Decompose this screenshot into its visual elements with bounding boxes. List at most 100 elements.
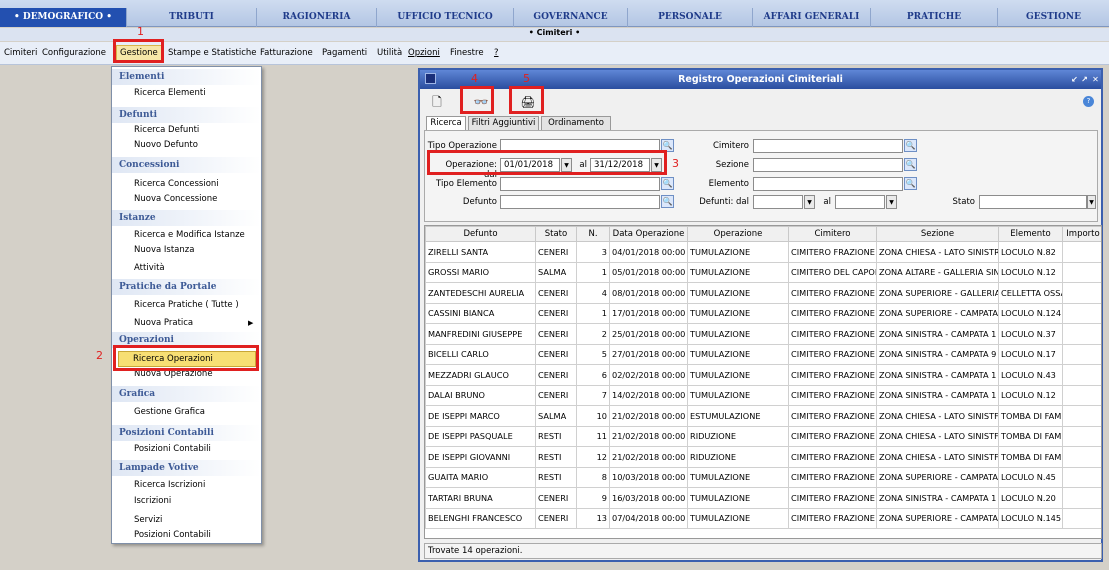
stato-select[interactable] (979, 195, 1087, 209)
menu-pagamenti[interactable]: Pagamenti (322, 47, 367, 60)
menu-cimiteri[interactable]: Cimiteri (4, 47, 37, 60)
table-row[interactable]: CASSINI BIANCA CENERI 1 17/01/2018 00:00 TUM… (425, 302, 1101, 324)
column-header[interactable]: Operazione (687, 226, 789, 242)
table-cell: ZONA SINISTRA - CAMPATA 1 (876, 323, 999, 345)
sezione-field[interactable] (753, 158, 903, 172)
table-row[interactable]: DE ISEPPI MARCO SALMA 10 21/02/2018 00:00 ES… (425, 405, 1101, 427)
menu-opzioni[interactable]: Opzioni (408, 47, 440, 60)
help-icon[interactable]: ? (1083, 96, 1094, 107)
menu-item-ricerca-iscrizioni[interactable]: Ricerca Iscrizioni (134, 480, 205, 490)
column-header[interactable]: Elemento (998, 226, 1063, 242)
menu-configurazione[interactable]: Configurazione (42, 47, 106, 60)
lookup-icon[interactable]: 🔍 (904, 139, 917, 152)
module-ragioneria[interactable]: RAGIONERIA (257, 8, 377, 27)
module-gestione[interactable]: GESTIONE (998, 8, 1109, 27)
table-cell: CIMITERO FRAZIONE (788, 302, 877, 324)
table-row[interactable]: DALAI BRUNO CENERI 7 14/02/2018 00:00 TUMULA… (425, 384, 1101, 406)
table-row[interactable]: DE ISEPPI PASQUALE RESTI 11 21/02/2018 00:0… (425, 425, 1101, 447)
table-cell: ZANTEDESCHI AURELIA (425, 282, 536, 304)
module-tributi[interactable]: TRIBUTI (127, 8, 257, 27)
menu-item-ricerca-elementi[interactable]: Ricerca Elementi (134, 88, 206, 98)
menu-item-ricerca-modifica-istanze[interactable]: Ricerca e Modifica Istanze (134, 230, 245, 240)
menu-item-servizi[interactable]: Servizi (134, 515, 162, 525)
table-row[interactable]: BICELLI CARLO CENERI 5 27/01/2018 00:00 TUMU… (425, 343, 1101, 365)
search-form: Tipo Operazione 🔍 Operazione: dal 01/01/… (424, 130, 1098, 222)
table-cell: CENERI (535, 364, 577, 386)
tipo-elemento-field[interactable] (500, 177, 660, 191)
module-governance[interactable]: GOVERNANCE (514, 8, 628, 27)
table-cell: CENERI (535, 384, 577, 406)
table-cell: CIMITERO FRAZIONE (788, 446, 877, 468)
tab-ricerca[interactable]: Ricerca (426, 116, 466, 131)
table-cell: TUMULAZIONE (687, 466, 789, 488)
new-document-icon[interactable]: 🗋 (426, 93, 448, 111)
tab-ordinamento[interactable]: Ordinamento (541, 116, 611, 130)
table-row[interactable]: ZIRELLI SANTA CENERI 3 04/01/2018 00:00 TUMU… (425, 241, 1101, 263)
menu-item-nuovo-defunto[interactable]: Nuovo Defunto (134, 140, 198, 150)
table-cell: CIMITERO FRAZIONE (788, 425, 877, 447)
menu-item-nuova-concessione[interactable]: Nuova Concessione (134, 194, 217, 204)
table-row[interactable]: DE ISEPPI GIOVANNI RESTI 12 21/02/2018 00:0… (425, 446, 1101, 468)
column-header[interactable]: Sezione (876, 226, 999, 242)
annotation-number: 5 (523, 72, 530, 85)
lookup-icon[interactable]: 🔍 (661, 195, 674, 208)
table-row[interactable]: ZANTEDESCHI AURELIA CENERI 4 08/01/2018 00:… (425, 282, 1101, 304)
chevron-down-icon[interactable]: ▼ (886, 195, 897, 209)
maximize-icon[interactable]: ↗ (1079, 74, 1090, 85)
menu-stampe-statistiche[interactable]: Stampe e Statistiche (168, 47, 257, 60)
tab-filtri-aggiuntivi[interactable]: Filtri Aggiuntivi (468, 116, 539, 130)
column-header[interactable]: Cimitero (788, 226, 877, 242)
cimitero-field[interactable] (753, 139, 903, 153)
chevron-down-icon[interactable]: ▼ (1087, 195, 1096, 209)
table-row[interactable]: MEZZADRI GLAUCO CENERI 6 02/02/2018 00:00 TU… (425, 364, 1101, 386)
module-ufficio-tecnico[interactable]: UFFICIO TECNICO (377, 8, 514, 27)
table-cell (1062, 446, 1101, 468)
table-cell: TUMULAZIONE (687, 261, 789, 283)
table-row[interactable]: GUAITA MARIO RESTI 8 10/03/2018 00:00 TUMULA… (425, 466, 1101, 488)
table-row[interactable]: TARTARI BRUNA CENERI 9 16/03/2018 00:00 TUMU… (425, 487, 1101, 509)
defunti-al-field[interactable] (835, 195, 885, 209)
table-row[interactable]: MANFREDINI GIUSEPPE CENERI 2 25/01/2018 00:… (425, 323, 1101, 345)
column-header[interactable]: N. (576, 226, 610, 242)
menu-help[interactable]: ? (494, 47, 499, 60)
menu-item-gestione-grafica[interactable]: Gestione Grafica (134, 407, 205, 417)
menu-finestre[interactable]: Finestre (450, 47, 484, 60)
defunti-dal-field[interactable] (753, 195, 803, 209)
column-header[interactable]: Importo (1062, 226, 1101, 242)
module-demografico[interactable]: • DEMOGRAFICO • (0, 8, 127, 27)
menu-fatturazione[interactable]: Fatturazione (260, 47, 313, 60)
close-icon[interactable]: ✕ (1090, 74, 1101, 85)
table-cell: LOCULO N.12 (998, 384, 1063, 406)
lookup-icon[interactable]: 🔍 (904, 177, 917, 190)
menu-item-nuova-pratica[interactable]: Nuova Pratica (134, 318, 193, 328)
table-cell: DE ISEPPI PASQUALE (425, 425, 536, 447)
menu-item-ricerca-pratiche[interactable]: Ricerca Pratiche ( Tutte ) (134, 300, 239, 310)
table-cell: TUMULAZIONE (687, 302, 789, 324)
lookup-icon[interactable]: 🔍 (904, 158, 917, 171)
menu-utilita[interactable]: Utilità (377, 47, 402, 60)
module-pratiche[interactable]: PRATICHE (871, 8, 998, 27)
menu-item-iscrizioni[interactable]: Iscrizioni (134, 496, 171, 506)
table-row[interactable]: GROSSI MARIO SALMA 1 05/01/2018 00:00 TUMULA… (425, 261, 1101, 283)
table-cell (1062, 343, 1101, 365)
menu-item-attivita[interactable]: Attività (134, 263, 165, 273)
stato-label: Stato (952, 197, 975, 207)
menu-item-ricerca-defunti[interactable]: Ricerca Defunti (134, 125, 199, 135)
annotation-box-date-range (427, 150, 667, 175)
chevron-down-icon[interactable]: ▼ (804, 195, 815, 209)
column-header[interactable]: Data Operazione (609, 226, 688, 242)
column-header[interactable]: Defunto (425, 226, 536, 242)
table-row[interactable]: BELENGHI FRANCESCO CENERI 13 07/04/2018 00:… (425, 507, 1101, 529)
menu-item-posizioni-contabili-lv[interactable]: Posizioni Contabili (134, 530, 211, 540)
table-cell (1062, 405, 1101, 427)
module-affari-generali[interactable]: AFFARI GENERALI (753, 8, 871, 27)
menu-item-nuova-istanza[interactable]: Nuova Istanza (134, 245, 194, 255)
menu-item-posizioni-contabili[interactable]: Posizioni Contabili (134, 444, 211, 454)
menu-item-ricerca-concessioni[interactable]: Ricerca Concessioni (134, 179, 219, 189)
table-cell: ZONA CHIESA - LATO SINISTR (876, 241, 999, 263)
elemento-field[interactable] (753, 177, 903, 191)
defunto-field[interactable] (500, 195, 660, 209)
column-header[interactable]: Stato (535, 226, 577, 242)
lookup-icon[interactable]: 🔍 (661, 177, 674, 190)
module-personale[interactable]: PERSONALE (628, 8, 753, 27)
